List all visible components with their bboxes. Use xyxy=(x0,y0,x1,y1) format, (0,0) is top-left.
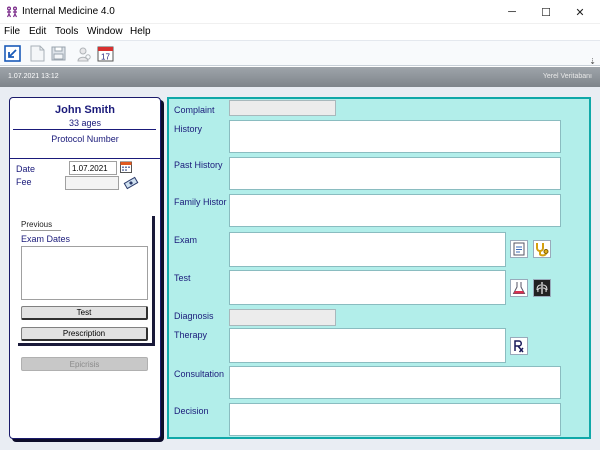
status-bar: 1.07.2021 13:12 Yerel Veritabanı xyxy=(0,67,600,87)
xray-icon xyxy=(536,282,548,294)
exam-dates-list[interactable] xyxy=(21,246,148,300)
exam-dates-label: Exam Dates xyxy=(21,234,71,244)
exit-button[interactable] xyxy=(3,44,22,63)
consultation-label: Consultation xyxy=(174,369,225,379)
divider xyxy=(21,230,61,231)
calendar-button[interactable]: 17 xyxy=(96,44,115,63)
test-field[interactable] xyxy=(229,270,506,305)
menu-window[interactable]: Window xyxy=(87,26,123,37)
patient-age: 33 ages xyxy=(68,118,102,128)
menu-edit[interactable]: Edit xyxy=(29,26,46,37)
prescription-rx-icon xyxy=(514,340,524,353)
therapy-label: Therapy xyxy=(174,330,208,340)
history-label: History xyxy=(174,124,203,134)
epicrisis-button[interactable]: Epicrisis xyxy=(21,357,148,371)
new-document-icon xyxy=(30,45,45,62)
money-icon[interactable] xyxy=(123,176,139,190)
decision-field[interactable] xyxy=(229,403,561,436)
divider xyxy=(13,129,156,130)
complaint-label: Complaint xyxy=(174,105,215,115)
family-history-label: Family Histor xyxy=(174,197,227,207)
xray-button[interactable] xyxy=(533,279,551,297)
patient-name: John Smith xyxy=(55,104,115,116)
exam-report-button[interactable] xyxy=(510,240,528,258)
calendar-picker-icon[interactable] xyxy=(120,161,132,173)
diagnosis-field[interactable] xyxy=(229,309,336,326)
test-button[interactable]: Test xyxy=(21,306,148,320)
menu-file[interactable]: File xyxy=(4,26,20,37)
consultation-field[interactable] xyxy=(229,366,561,399)
family-history-field[interactable] xyxy=(229,194,561,227)
svg-text:17: 17 xyxy=(101,53,110,62)
previous-exams-panel: Previous Exam Dates Test Prescription xyxy=(18,216,155,346)
menu-bar: File Edit Tools Window Help xyxy=(0,24,600,40)
new-document-button[interactable] xyxy=(28,44,47,63)
exam-field[interactable] xyxy=(229,232,506,267)
app-logo-icon xyxy=(6,6,18,18)
date-label: Date xyxy=(16,164,36,174)
close-button[interactable]: ✕ xyxy=(560,0,600,24)
examination-form: Complaint History Past History Family Hi… xyxy=(167,97,591,439)
status-database: Yerel Veritabanı xyxy=(542,73,592,80)
clipboard-icon xyxy=(513,242,525,256)
diagnosis-label: Diagnosis xyxy=(174,311,214,321)
toolbar-overflow-icon[interactable]: ⇣ xyxy=(589,57,596,66)
title-bar: Internal Medicine 4.0 ─ ☐ ✕ xyxy=(0,0,600,24)
save-icon xyxy=(51,46,66,61)
calendar-17-icon: 17 xyxy=(97,46,114,62)
divider xyxy=(10,158,160,159)
toolbar: 17 ⇣ xyxy=(0,40,600,66)
date-field[interactable] xyxy=(69,161,117,175)
lab-flask-icon xyxy=(512,282,526,294)
decision-label: Decision xyxy=(174,406,209,416)
previous-title: Previous xyxy=(21,220,53,229)
patient-panel: John Smith 33 ages Protocol Number Date … xyxy=(9,97,161,439)
menu-help[interactable]: Help xyxy=(130,26,151,37)
prescription-button[interactable]: Prescription xyxy=(21,327,148,341)
menu-tools[interactable]: Tools xyxy=(55,26,78,37)
status-datetime: 1.07.2021 13:12 xyxy=(8,73,59,80)
patient-search-button[interactable] xyxy=(74,44,93,63)
main-area: John Smith 33 ages Protocol Number Date … xyxy=(0,87,600,450)
prescription-pad-button[interactable] xyxy=(510,337,528,355)
exit-icon xyxy=(4,45,21,62)
lab-test-button[interactable] xyxy=(510,279,528,297)
therapy-field[interactable] xyxy=(229,328,506,363)
window-title: Internal Medicine 4.0 xyxy=(22,6,115,17)
past-history-label: Past History xyxy=(174,160,223,170)
fee-field[interactable] xyxy=(65,176,119,190)
test-label: Test xyxy=(174,273,191,283)
stethoscope-button[interactable] xyxy=(533,240,551,258)
history-field[interactable] xyxy=(229,120,561,153)
exam-label: Exam xyxy=(174,235,198,245)
save-button[interactable] xyxy=(49,44,68,63)
stethoscope-icon xyxy=(536,243,549,257)
past-history-field[interactable] xyxy=(229,157,561,190)
protocol-number-label: Protocol Number xyxy=(51,134,119,144)
patient-search-icon xyxy=(76,47,91,61)
fee-label: Fee xyxy=(16,177,32,187)
complaint-field[interactable] xyxy=(229,100,336,116)
